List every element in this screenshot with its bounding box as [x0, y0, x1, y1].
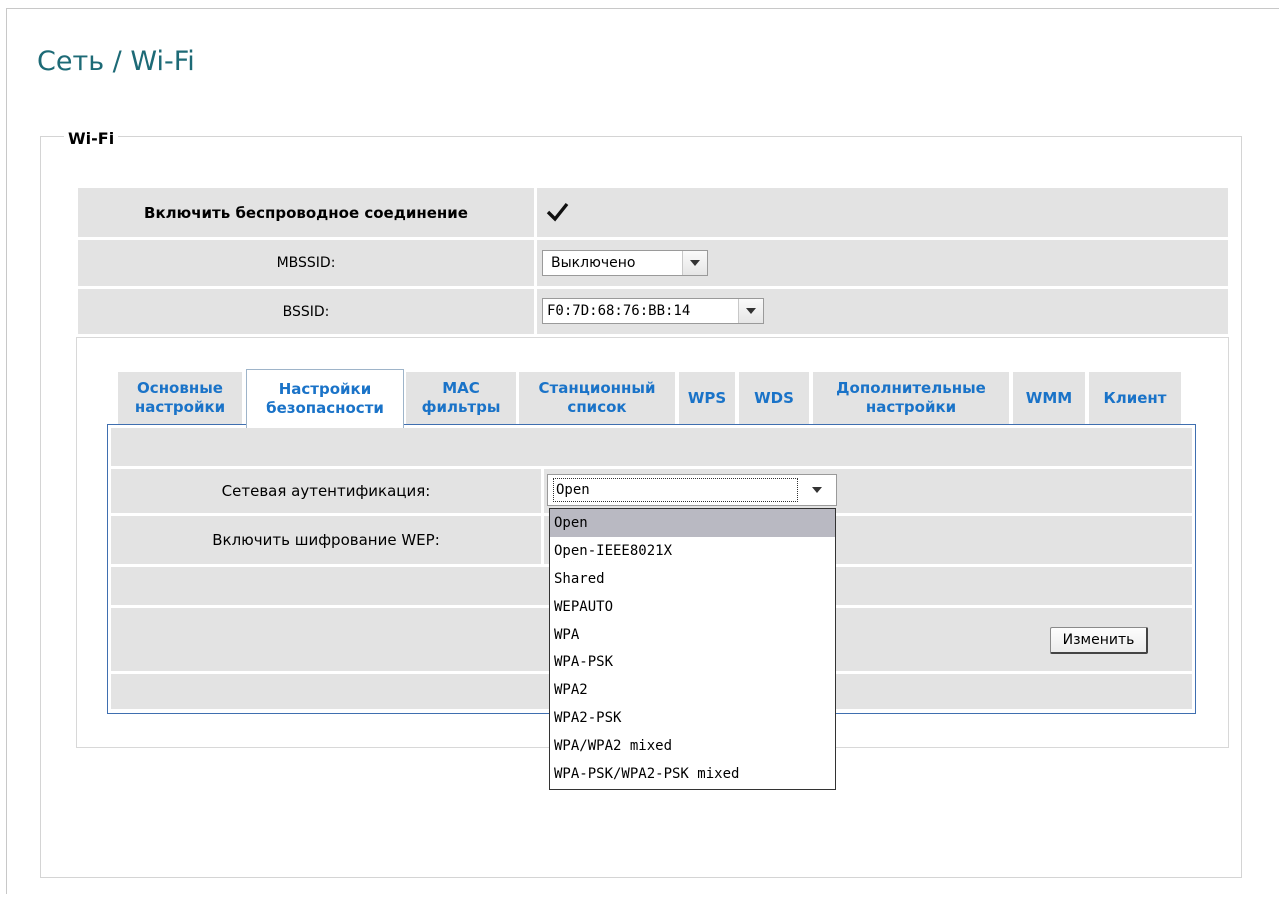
- change-button[interactable]: Изменить: [1050, 627, 1148, 654]
- wifi-legend: Wi-Fi: [64, 129, 119, 148]
- auth-option[interactable]: WPA-PSK: [550, 648, 835, 676]
- tab-label-line1: Настройки: [278, 380, 372, 398]
- mbssid-select[interactable]: Выключено: [542, 250, 708, 276]
- bssid-select-value: F0:7D:68:76:BB:14: [547, 303, 691, 319]
- auth-option[interactable]: WPA/WPA2 mixed: [550, 732, 835, 760]
- tab-wmm[interactable]: WMM: [1013, 372, 1085, 424]
- tab-advanced-settings[interactable]: Дополнительные настройки: [813, 372, 1009, 424]
- tab-label-line1: WMM: [1025, 388, 1073, 407]
- mbssid-select-value: Выключено: [551, 255, 636, 271]
- page-title: Сеть / Wi-Fi: [37, 46, 195, 77]
- tab-basic-settings[interactable]: Основные настройки: [118, 372, 242, 424]
- enable-wireless-label: Включить беспроводное соединение: [78, 188, 534, 237]
- auth-dropdown-list[interactable]: Open Open-IEEE8021X Shared WEPAUTO WPA W…: [549, 508, 836, 790]
- tab-security-settings[interactable]: Настройки безопасности: [246, 369, 404, 428]
- auth-option[interactable]: WPA: [550, 621, 835, 649]
- enable-wireless-checkbox[interactable]: [545, 200, 571, 224]
- tab-label-line1: Станционный: [538, 379, 656, 397]
- wep-label: Включить шифрование WEP:: [111, 516, 541, 564]
- tab-label-line2: фильтры: [421, 398, 501, 416]
- tab-label-line2: безопасности: [266, 399, 384, 417]
- panel-row-header: [111, 428, 1192, 466]
- tab-station-list[interactable]: Станционный список: [519, 372, 675, 424]
- tab-label-line1: MAC: [442, 379, 480, 397]
- auth-label: Сетевая аутентификация:: [111, 469, 541, 513]
- auth-option[interactable]: Open-IEEE8021X: [550, 537, 835, 565]
- tab-label-line2: настройки: [865, 398, 957, 416]
- tab-label-line1: Клиент: [1103, 388, 1167, 407]
- tab-label-line2: настройки: [134, 398, 226, 416]
- chevron-down-icon: [738, 299, 763, 323]
- tab-wps[interactable]: WPS: [679, 372, 735, 424]
- auth-option[interactable]: WPA2-PSK: [550, 704, 835, 732]
- bssid-label: BSSID:: [78, 289, 534, 334]
- tab-client[interactable]: Клиент: [1089, 372, 1181, 424]
- auth-option[interactable]: Open: [550, 509, 835, 537]
- auth-option[interactable]: Shared: [550, 565, 835, 593]
- tab-wds[interactable]: WDS: [739, 372, 809, 424]
- checkmark-icon: [546, 202, 569, 222]
- tab-label-line1: WPS: [687, 388, 727, 407]
- enable-wireless-value-cell: [537, 188, 1228, 237]
- tab-label-line2: список: [567, 398, 627, 416]
- tab-mac-filters[interactable]: MAC фильтры: [406, 372, 516, 424]
- auth-option[interactable]: WPA2: [550, 676, 835, 704]
- auth-option[interactable]: WPA-PSK/WPA2-PSK mixed: [550, 760, 835, 788]
- tab-label-line1: Дополнительные: [836, 379, 986, 397]
- auth-select[interactable]: Open: [547, 474, 837, 506]
- auth-select-value: Open: [553, 478, 798, 502]
- bssid-select[interactable]: F0:7D:68:76:BB:14: [542, 298, 764, 324]
- tab-label-line1: WDS: [754, 388, 794, 407]
- tab-label-line1: Основные: [137, 379, 223, 397]
- auth-option[interactable]: WEPAUTO: [550, 593, 835, 621]
- mbssid-label: MBSSID:: [78, 240, 534, 286]
- chevron-down-icon: [682, 251, 707, 275]
- chevron-down-icon: [798, 487, 836, 493]
